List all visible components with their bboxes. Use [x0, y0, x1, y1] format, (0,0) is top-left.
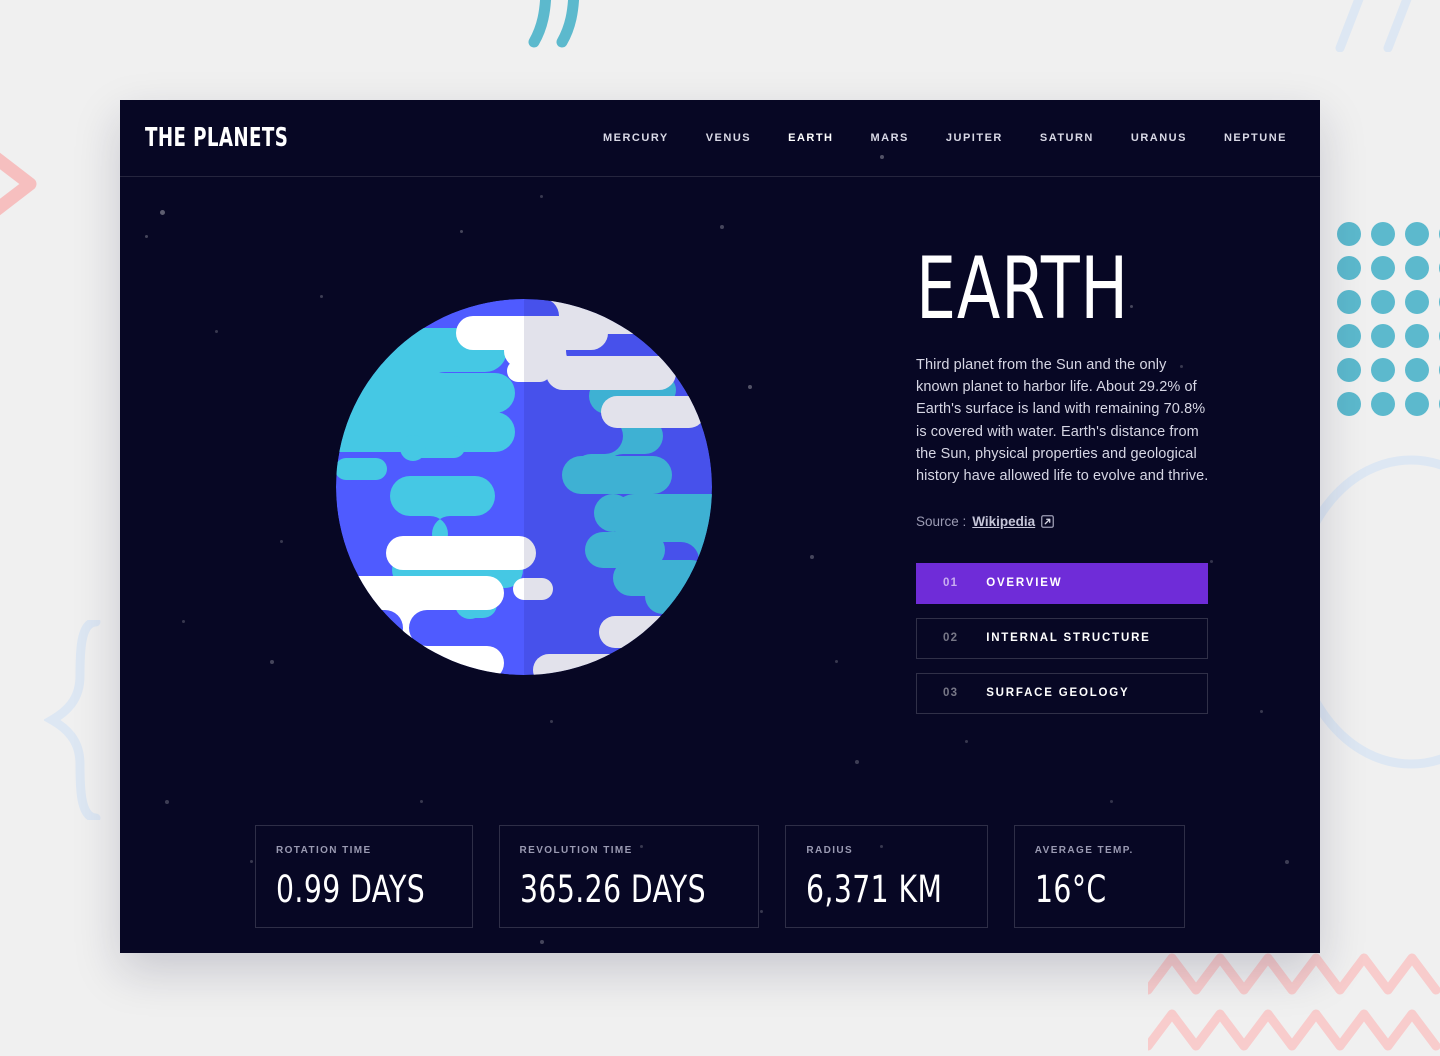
tab-internal-structure-label: INTERNAL STRUCTURE	[986, 632, 1151, 645]
curly-brace-icon	[44, 620, 101, 820]
external-link-icon[interactable]	[1041, 514, 1055, 528]
nav-item-uranus[interactable]: URANUS	[1131, 132, 1187, 144]
chevron-right-icon	[0, 152, 37, 216]
site-logo[interactable]: THE PLANETS	[145, 123, 288, 153]
main-content: EARTH Third planet from the Sun and the …	[120, 177, 1320, 797]
stat-label: AVERAGE TEMP.	[1034, 845, 1134, 856]
stat-value: 16°C	[1034, 868, 1107, 911]
source-line: Source : Wikipedia	[916, 514, 1286, 529]
stat-value: 0.99 DAYS	[276, 868, 426, 911]
stat-label: RADIUS	[806, 845, 854, 856]
main-navigation: MERCURY VENUS EARTH MARS JUPITER SATURN …	[603, 132, 1287, 144]
tab-surface-geology-label: SURFACE GEOLOGY	[986, 687, 1130, 700]
tab-surface-geology-number: 03	[943, 687, 959, 700]
site-header: THE PLANETS MERCURY VENUS EARTH MARS JUP…	[120, 100, 1320, 177]
stat-card-revolution-time: REVOLUTION TIME 365.26 DAYS	[498, 825, 760, 928]
stat-cards: ROTATION TIME 0.99 DAYS REVOLUTION TIME …	[120, 825, 1320, 928]
nav-item-neptune[interactable]: NEPTUNE	[1224, 132, 1287, 144]
tab-internal-structure[interactable]: 02 INTERNAL STRUCTURE	[916, 617, 1208, 659]
tab-overview[interactable]: 01 OVERVIEW	[916, 562, 1208, 604]
app-window: THE PLANETS MERCURY VENUS EARTH MARS JUP…	[120, 100, 1320, 953]
nav-item-jupiter[interactable]: JUPITER	[946, 132, 1003, 144]
source-label: Source :	[916, 513, 967, 529]
nav-item-mercury[interactable]: MERCURY	[603, 132, 669, 144]
nav-item-venus[interactable]: VENUS	[706, 132, 751, 144]
stat-value: 6,371 KM	[806, 868, 943, 911]
tab-internal-structure-number: 02	[943, 632, 959, 645]
diagonal-slashes-icon	[1335, 0, 1412, 52]
stat-value: 365.26 DAYS	[519, 868, 706, 911]
nav-item-mars[interactable]: MARS	[871, 132, 909, 144]
page-title: EARTH	[916, 239, 1129, 340]
stat-card-radius: RADIUS 6,371 KM	[785, 825, 988, 928]
tab-overview-number: 01	[943, 577, 959, 590]
nav-item-saturn[interactable]: SATURN	[1040, 132, 1094, 144]
stat-card-rotation-time: ROTATION TIME 0.99 DAYS	[255, 825, 473, 928]
earth-illustration	[335, 298, 713, 676]
stat-card-average-temp: AVERAGE TEMP. 16°C	[1013, 825, 1185, 928]
nav-item-earth[interactable]: EARTH	[788, 132, 833, 144]
tab-surface-geology[interactable]: 03 SURFACE GEOLOGY	[916, 672, 1208, 714]
stat-label: REVOLUTION TIME	[519, 845, 633, 856]
info-column: EARTH Third planet from the Sun and the …	[894, 177, 1286, 797]
dot-grid-icon	[1337, 222, 1440, 426]
wikipedia-link[interactable]: Wikipedia	[972, 514, 1035, 529]
stat-label: ROTATION TIME	[276, 845, 372, 856]
zigzag-lines-icon	[1148, 953, 1440, 1051]
quotation-marks-icon	[528, 0, 580, 48]
tab-overview-label: OVERVIEW	[986, 577, 1063, 590]
planet-column	[154, 177, 894, 797]
section-tabs: 01 OVERVIEW 02 INTERNAL STRUCTURE 03 SUR…	[916, 562, 1208, 714]
planet-description: Third planet from the Sun and the only k…	[916, 356, 1209, 485]
